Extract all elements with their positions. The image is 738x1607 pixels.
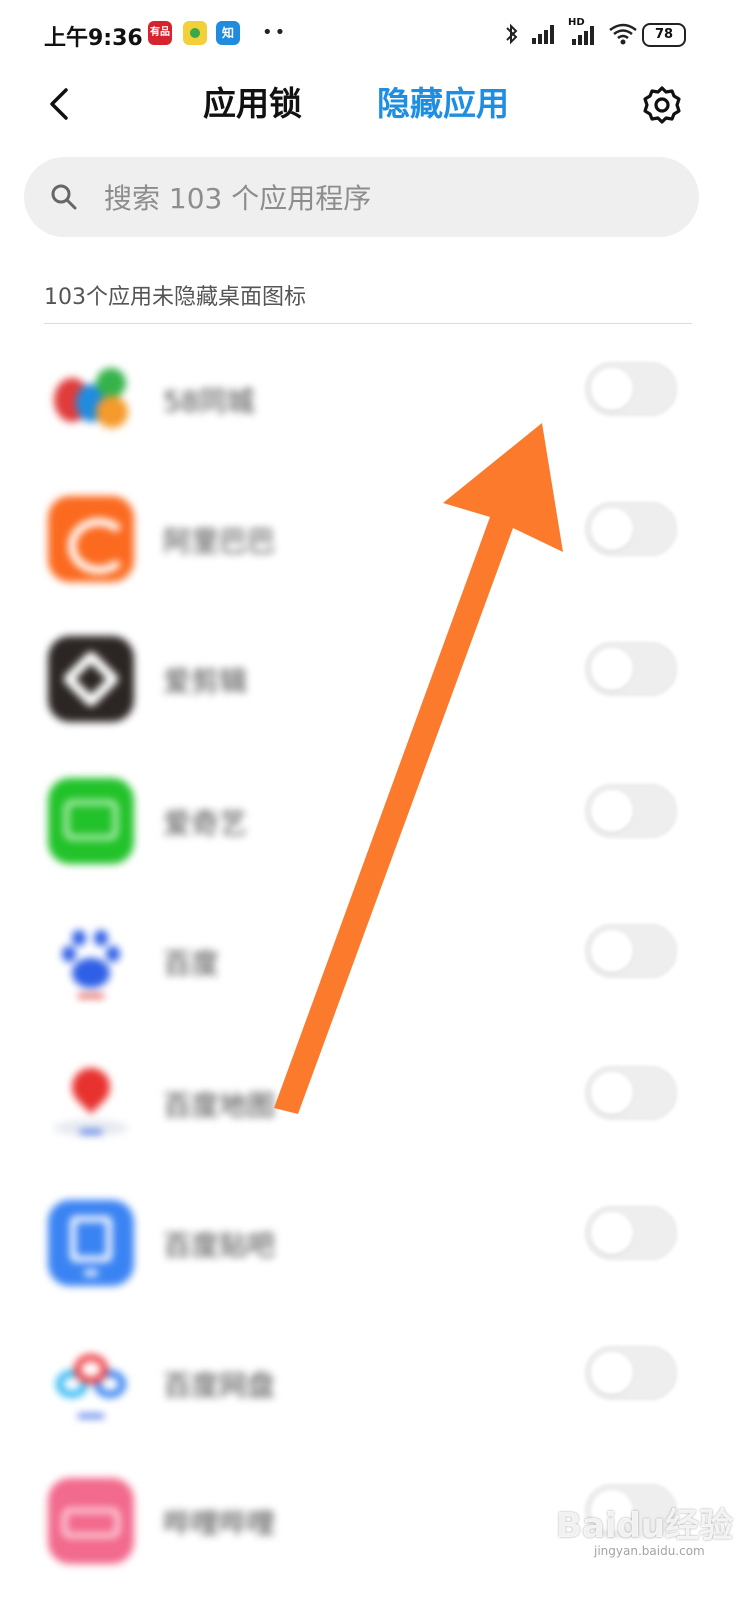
search-icon (51, 184, 77, 210)
app-name: 爱剪辑 (163, 665, 248, 698)
aijianji-icon (48, 636, 134, 722)
app-name: 百度贴吧 (163, 1229, 276, 1262)
iqiyi-icon (48, 778, 134, 864)
red-app-icon: 有品 (148, 21, 172, 45)
baidu-map-icon (48, 1060, 134, 1146)
list-item: 百度网盘 (0, 1328, 738, 1469)
bilibili-icon (48, 1478, 134, 1564)
list-item: 爱奇艺 (0, 766, 738, 907)
toggle-knob (591, 930, 633, 972)
list-item: 百度地图 (0, 1048, 738, 1189)
list-item: 58同城 (0, 344, 738, 485)
baidu-icon (48, 918, 134, 1004)
tab-hidden-apps[interactable]: 隐藏应用 (377, 82, 509, 126)
battery-icon: 78 (642, 23, 686, 47)
list-item: 爱剪辑 (0, 624, 738, 765)
back-button[interactable] (40, 82, 84, 126)
zhihu-icon: 知 (216, 21, 240, 45)
green-app-icon (183, 21, 207, 45)
search-bar[interactable] (24, 157, 699, 237)
hide-toggle[interactable] (585, 1066, 677, 1120)
signal-hd-icon: HD (568, 17, 598, 47)
signal-icon (532, 25, 554, 44)
hide-toggle[interactable] (585, 784, 677, 838)
toggle-knob (591, 1212, 633, 1254)
section-title: 103个应用未隐藏桌面图标 (44, 285, 306, 310)
gear-icon (643, 86, 681, 124)
app-name: 百度网盘 (163, 1369, 276, 1402)
app-name: 百度 (163, 947, 220, 980)
toggle-knob (591, 790, 633, 832)
status-bar: 上午9:36 有品 知 •• HD 78 (0, 0, 738, 70)
settings-button[interactable] (640, 83, 684, 127)
baidu-netdisk-icon (48, 1340, 134, 1426)
list-item: 阿里巴巴 (0, 484, 738, 625)
hide-toggle[interactable] (585, 642, 677, 696)
58-icon (48, 356, 134, 442)
alibaba-icon (48, 496, 134, 582)
hide-toggle[interactable] (585, 1206, 677, 1260)
hide-toggle[interactable] (585, 502, 677, 556)
search-input[interactable] (102, 175, 666, 221)
divider (44, 323, 692, 324)
bluetooth-icon (506, 23, 518, 45)
app-name: 爱奇艺 (163, 807, 248, 840)
toggle-knob (591, 1352, 633, 1394)
toggle-knob (591, 1072, 633, 1114)
app-name: 阿里巴巴 (163, 525, 276, 558)
baidu-tieba-icon (48, 1200, 134, 1286)
app-name: 58同城 (163, 385, 255, 418)
hide-toggle[interactable] (585, 924, 677, 978)
list-item: 百度 (0, 906, 738, 1047)
status-time: 上午9:36 (44, 26, 143, 51)
app-name: 哔哩哔哩 (163, 1507, 276, 1540)
watermark: Baidu经验 (556, 1506, 734, 1546)
wifi-icon (609, 23, 637, 45)
hide-toggle[interactable] (585, 362, 677, 416)
watermark-url: jingyan.baidu.com (594, 1544, 705, 1558)
toggle-knob (591, 648, 633, 690)
list-item: 百度贴吧 (0, 1188, 738, 1329)
more-notifications-icon: •• (262, 22, 288, 43)
toggle-knob (591, 368, 633, 410)
tab-app-lock[interactable]: 应用锁 (203, 82, 302, 126)
toggle-knob (591, 508, 633, 550)
system-icons: HD (504, 17, 638, 48)
app-name: 百度地图 (163, 1089, 276, 1122)
chevron-left-icon (50, 88, 68, 120)
hide-toggle[interactable] (585, 1346, 677, 1400)
